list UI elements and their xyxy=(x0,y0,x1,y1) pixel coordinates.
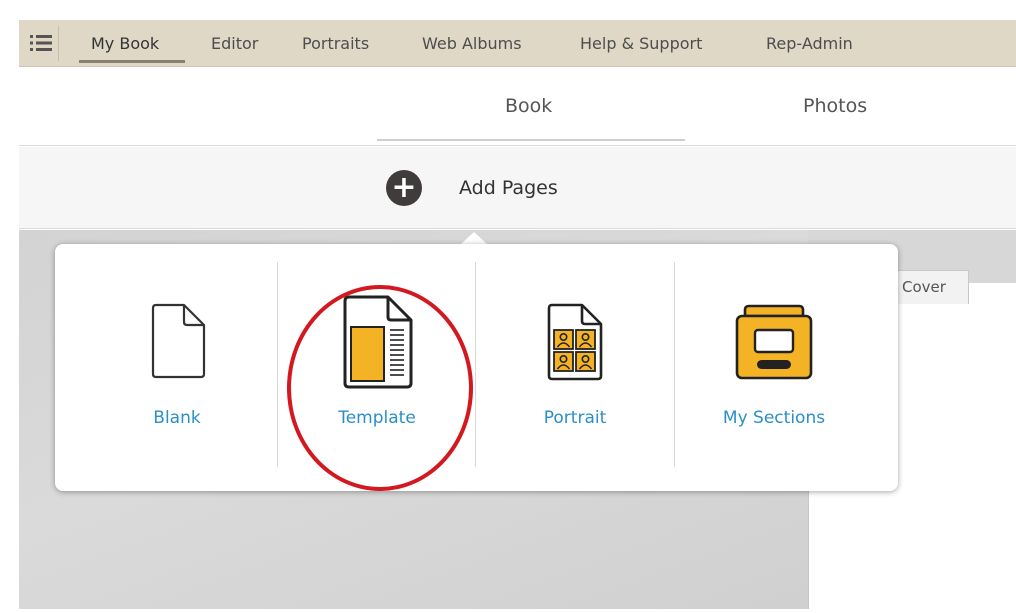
menu-button[interactable] xyxy=(24,26,59,61)
hamburger-menu-icon xyxy=(30,35,52,51)
add-pages-button[interactable]: + xyxy=(386,170,422,206)
nav-active-indicator xyxy=(79,60,185,63)
nav-item-rep-admin[interactable]: Rep-Admin xyxy=(766,34,853,54)
plus-icon: + xyxy=(391,170,417,205)
my-sections-icon xyxy=(735,304,813,380)
top-nav-bar: My Book Editor Portraits Web Albums Help… xyxy=(19,20,1016,67)
nav-item-portraits[interactable]: Portraits xyxy=(302,34,369,54)
nav-item-help-support[interactable]: Help & Support xyxy=(580,34,702,54)
view-tabs: Book Photos xyxy=(19,68,1016,146)
add-pages-bar: + Add Pages xyxy=(19,147,1016,229)
cover-tab[interactable]: Cover xyxy=(889,270,969,304)
portrait-page-icon xyxy=(547,303,603,381)
add-pages-label[interactable]: Add Pages xyxy=(459,176,558,200)
tab-book[interactable]: Book xyxy=(505,94,552,118)
blank-page-icon xyxy=(151,303,206,379)
option-my-sections[interactable]: My Sections xyxy=(674,244,874,491)
option-blank-label: Blank xyxy=(153,408,201,428)
app-frame: My Book Editor Portraits Web Albums Help… xyxy=(19,20,1016,609)
option-portrait[interactable]: Portrait xyxy=(475,244,675,491)
tab-photos[interactable]: Photos xyxy=(803,94,867,118)
nav-item-my-book[interactable]: My Book xyxy=(91,34,159,54)
option-my-sections-label: My Sections xyxy=(722,408,826,428)
tab-active-indicator xyxy=(377,139,685,141)
option-portrait-label: Portrait xyxy=(543,408,607,428)
nav-item-editor[interactable]: Editor xyxy=(211,34,258,54)
add-pages-popover: Blank Template Portrait My Sections xyxy=(55,244,898,491)
highlight-circle xyxy=(287,285,473,491)
nav-item-web-albums[interactable]: Web Albums xyxy=(422,34,522,54)
option-blank[interactable]: Blank xyxy=(77,244,277,491)
